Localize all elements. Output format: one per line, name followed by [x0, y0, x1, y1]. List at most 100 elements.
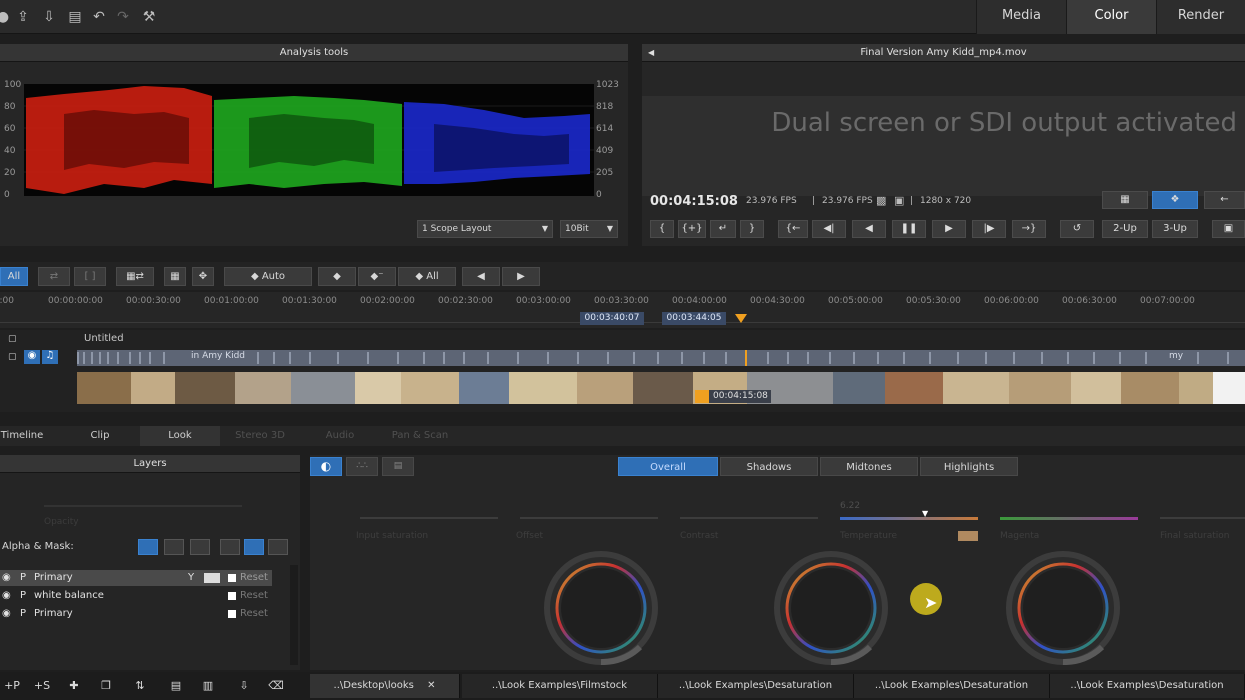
pause-button[interactable]: ❚❚ [892, 220, 926, 238]
layer-row[interactable]: ◉ P white balance Reset [0, 588, 272, 604]
tab-look[interactable]: Look [140, 426, 220, 446]
loop-button[interactable]: ↺ [1060, 220, 1094, 238]
mask-invert-icon[interactable] [244, 539, 264, 555]
all-tracks-button[interactable]: All [0, 267, 28, 286]
thumbnail-strip[interactable]: 00:04:15:08 [77, 372, 1245, 404]
timeline-ruler[interactable]: 30:00 00:00:00:00 00:00:30:00 00:01:00:0… [0, 292, 1245, 328]
tab-color[interactable]: Color [1066, 0, 1156, 34]
range-midtones-button[interactable]: Midtones [820, 457, 918, 476]
add-primary-button[interactable]: +P [0, 676, 24, 696]
move-icon[interactable]: ✥ [192, 267, 214, 286]
two-up-button[interactable]: 2-Up [1102, 220, 1148, 238]
gamma-color-wheel[interactable] [774, 551, 888, 665]
save-look-icon[interactable]: ⇩ [232, 676, 256, 696]
visibility-eye-icon[interactable]: ◉ [24, 350, 40, 364]
range-button[interactable]: [ ] [74, 267, 106, 286]
contrast-slider[interactable] [680, 517, 818, 519]
keyframe-all-button[interactable]: ◆ All [398, 267, 456, 286]
temperature-handle-icon[interactable]: ▼ [922, 509, 928, 518]
audio-speaker-icon[interactable]: ♫ [42, 350, 58, 364]
layer-row[interactable]: ◉ P Primary Y Reset [0, 570, 272, 586]
look-folder-tab[interactable]: ..\Look Examples\Desaturation [1050, 674, 1245, 698]
reset-checkbox[interactable] [228, 610, 236, 618]
step-back-button[interactable]: ◀| [812, 220, 846, 238]
film-icon[interactable]: ▤ [66, 8, 84, 26]
copy-grade-icon[interactable]: ▤ [164, 676, 188, 696]
mark-clip-button[interactable]: {+} [678, 220, 706, 238]
mark-in-button[interactable]: { [650, 220, 674, 238]
add-keyframe-button[interactable]: ◆ [318, 267, 356, 286]
tab-clip[interactable]: Clip [60, 426, 140, 446]
reset-label[interactable]: Reset [240, 570, 268, 586]
look-folder-tab[interactable]: ..\Desktop\looks ✕ [310, 674, 460, 698]
grade-copy-button[interactable]: ▦⇄ [116, 267, 154, 286]
next-keyframe-button[interactable]: ▶ [502, 267, 540, 286]
lock-icon[interactable]: ▢ [8, 352, 17, 362]
go-in-button[interactable]: ↵ [710, 220, 736, 238]
step-forward-button[interactable]: |▶ [972, 220, 1006, 238]
mask-color-icon[interactable] [220, 539, 240, 555]
fit-button[interactable]: ⇄ [38, 267, 70, 286]
next-edit-button[interactable]: →} [1012, 220, 1046, 238]
look-folder-tab[interactable]: ..\Look Examples\Desaturation [658, 674, 854, 698]
duplicate-icon[interactable]: ❐ [94, 676, 118, 696]
tab-stereo-3d[interactable]: Stereo 3D [220, 426, 300, 446]
mark-out-button[interactable]: } [740, 220, 764, 238]
lift-color-wheel[interactable] [544, 551, 658, 665]
tab-timeline[interactable]: Timeline [0, 426, 44, 446]
opacity-slider[interactable] [44, 505, 242, 507]
visibility-eye-icon[interactable]: ◉ [2, 588, 11, 604]
visibility-eye-icon[interactable]: ◉ [2, 570, 11, 586]
look-folder-tab[interactable]: ..\Look Examples\Filmstock [462, 674, 658, 698]
temperature-slider[interactable] [840, 517, 978, 520]
filter-icon[interactable]: Y [188, 570, 194, 586]
snapshot-button[interactable]: ▣ [1212, 220, 1245, 238]
auto-keyframe-button[interactable]: ◆ Auto [224, 267, 312, 286]
reset-checkbox[interactable] [228, 592, 236, 600]
color-wheel-mode-icon[interactable]: ◐ [310, 457, 342, 476]
input-saturation-slider[interactable] [360, 517, 498, 519]
mask-view-icon[interactable] [268, 539, 288, 555]
add-layer-icon[interactable]: ✚ [62, 676, 86, 696]
alpha-toggle-icon[interactable] [138, 539, 158, 555]
prev-edit-button[interactable]: {← [778, 220, 808, 238]
collapse-left-icon[interactable]: ◀ [648, 44, 654, 62]
tab-media[interactable]: Media [976, 0, 1066, 34]
range-highlights-button[interactable]: Highlights [920, 457, 1018, 476]
import-icon[interactable]: ⇪ [14, 8, 32, 26]
wrench-icon[interactable]: ⚒ [140, 8, 158, 26]
play-button[interactable]: ▶ [932, 220, 966, 238]
delete-keyframe-button[interactable]: ◆⁻ [358, 267, 396, 286]
mask-icon[interactable] [204, 573, 220, 583]
redo-icon[interactable]: ↷ [114, 8, 132, 26]
gain-color-wheel[interactable] [1006, 551, 1120, 665]
playhead-handle[interactable] [695, 390, 709, 403]
paste-grade-icon[interactable]: ▥ [196, 676, 220, 696]
move-layer-icon[interactable]: ⇅ [128, 676, 152, 696]
reset-label[interactable]: Reset [240, 606, 268, 622]
curves-mode-icon[interactable]: ▤ [382, 457, 414, 476]
lift-mode-icon[interactable]: ∴∴ [346, 457, 378, 476]
undo-icon[interactable]: ↶ [90, 8, 108, 26]
scope-layout-select[interactable]: 1 Scope Layout ▼ [417, 220, 553, 238]
mask-shape-icon[interactable] [164, 539, 184, 555]
tab-pan-scan[interactable]: Pan & Scan [380, 426, 460, 446]
mask-rect-icon[interactable] [190, 539, 210, 555]
layer-row[interactable]: ◉ P Primary Reset [0, 606, 272, 622]
final-saturation-slider[interactable] [1160, 517, 1245, 519]
reset-label[interactable]: Reset [240, 588, 268, 604]
close-icon[interactable]: ✕ [427, 680, 435, 691]
delete-icon[interactable]: ⌫ [264, 676, 288, 696]
reset-checkbox[interactable] [228, 574, 236, 582]
in-marker[interactable]: 00:03:40:07 [580, 312, 644, 325]
color-overlay-button[interactable]: ❖ [1152, 191, 1198, 209]
add-secondary-button[interactable]: +S [30, 676, 54, 696]
magenta-slider[interactable] [1000, 517, 1138, 520]
offset-slider[interactable] [520, 517, 658, 519]
range-overall-button[interactable]: Overall [618, 457, 718, 476]
layers-scrollbar[interactable] [290, 565, 298, 665]
look-folder-tab[interactable]: ..\Look Examples\Desaturation [854, 674, 1050, 698]
prev-keyframe-button[interactable]: ◀ [462, 267, 500, 286]
export-icon[interactable]: ⇩ [40, 8, 58, 26]
tab-render[interactable]: Render [1156, 0, 1245, 34]
